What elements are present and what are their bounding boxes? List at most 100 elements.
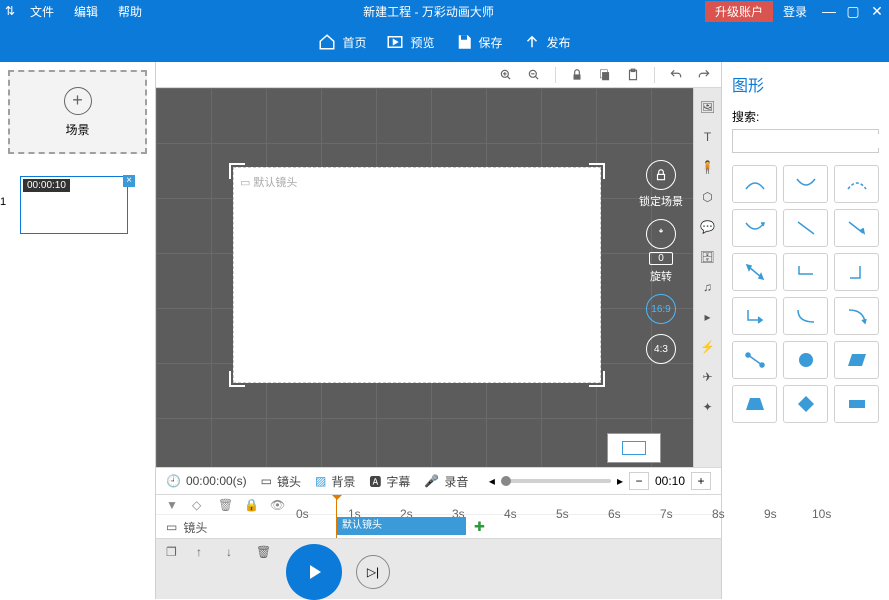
camera-frame[interactable]: 默认镜头 <box>233 167 601 383</box>
track-lane[interactable]: 默认镜头 ✚ <box>336 515 721 539</box>
shape-parallelogram[interactable] <box>834 341 879 379</box>
add-scene-button[interactable]: + 场景 <box>8 70 147 154</box>
redo-icon[interactable] <box>697 68 711 82</box>
chat-tool-icon[interactable]: 💬 <box>699 218 717 236</box>
center-area: 默认镜头 锁定场景 0 旋转 16:9 4:3 <box>156 62 721 599</box>
lock-track-icon[interactable]: 🔒 <box>244 498 258 512</box>
add-clip-icon[interactable]: ✚ <box>474 519 485 535</box>
shape-arc-dashed[interactable] <box>834 165 879 203</box>
shape-double-arrow[interactable] <box>732 253 777 291</box>
search-input[interactable] <box>737 134 889 148</box>
nav-save[interactable]: 保存 <box>455 33 503 51</box>
asset-toolbar: 🖼 T 🧍 ⬡ 💬 🗄 ♫ ▸ ⚡ ✈ ✦ <box>693 88 721 467</box>
shape-curve[interactable] <box>783 297 828 335</box>
text-tool-icon[interactable]: T <box>699 128 717 146</box>
track-camera-label[interactable]: ▭ 镜头 <box>156 519 336 536</box>
frame-label: 默认镜头 <box>240 174 297 190</box>
shape-curve-arrow2[interactable] <box>834 297 879 335</box>
timeline-clip[interactable]: 默认镜头 <box>336 517 466 535</box>
zoom-slider[interactable] <box>501 479 611 483</box>
title-bar: ⇅ 文件 编辑 帮助 新建工程 - 万彩动画大师 升级账户 登录 — ▢ ✕ <box>0 0 889 22</box>
close-button[interactable]: ✕ <box>865 0 889 22</box>
keyframe-icon[interactable]: ◇ <box>192 498 206 512</box>
shape-trapezoid[interactable] <box>732 385 777 423</box>
shape-curve-arrow[interactable] <box>732 209 777 247</box>
bg-track-toggle[interactable]: ▨ 背景 <box>315 473 355 490</box>
subtitle-track-toggle[interactable]: 🅰 字幕 <box>369 473 410 490</box>
menu-help[interactable]: 帮助 <box>108 3 152 20</box>
svg-tool-icon[interactable]: ⬡ <box>699 188 717 206</box>
zoom-next[interactable]: ▸ <box>617 474 623 488</box>
nav-bar: 首页 预览 保存 发布 <box>0 22 889 62</box>
shape-step-down[interactable] <box>783 253 828 291</box>
copy-icon[interactable] <box>598 68 612 82</box>
zoom-prev[interactable]: ◂ <box>489 474 495 488</box>
video-tool-icon[interactable]: ▸ <box>699 308 717 326</box>
undo-icon[interactable] <box>669 68 683 82</box>
flash-tool-icon[interactable]: ⚡ <box>699 338 717 356</box>
scene-timestamp: 00:00:10 <box>23 179 70 192</box>
shape-circle[interactable] <box>783 341 828 379</box>
shape-diamond[interactable] <box>783 385 828 423</box>
image-tool-icon[interactable]: 🖼 <box>699 98 717 116</box>
ratio-4-3-button[interactable]: 4:3 <box>646 334 676 364</box>
shape-elbow-arrow[interactable] <box>732 297 777 335</box>
lock-scene-button[interactable] <box>646 160 676 190</box>
move-down-icon[interactable]: ↓ <box>226 545 242 561</box>
move-up-icon[interactable]: ↑ <box>196 545 212 561</box>
container-tool-icon[interactable]: 🗄 <box>699 248 717 266</box>
menu-edit[interactable]: 编辑 <box>64 3 108 20</box>
effect-tool-icon[interactable]: ✦ <box>699 398 717 416</box>
shapes-title: 图形 <box>732 72 879 96</box>
music-tool-icon[interactable]: ♫ <box>699 278 717 296</box>
minimize-button[interactable]: — <box>817 0 841 22</box>
shape-arc-up[interactable] <box>732 165 777 203</box>
shapes-panel: 图形 搜索: 🔍 <box>721 62 889 599</box>
filter-icon[interactable]: ▼ <box>166 498 180 512</box>
copy-clip-icon[interactable]: ❐ <box>166 545 182 561</box>
shape-connector[interactable] <box>732 341 777 379</box>
shape-line-arrow[interactable] <box>834 209 879 247</box>
shape-arc-down[interactable] <box>783 165 828 203</box>
delete-track-icon[interactable]: 🗑 <box>218 498 232 512</box>
canvas[interactable]: 默认镜头 锁定场景 0 旋转 16:9 4:3 <box>156 88 693 467</box>
plus-icon: + <box>64 87 92 115</box>
zoom-out-icon[interactable] <box>527 68 541 82</box>
rotate-button[interactable] <box>646 219 676 249</box>
record-track-toggle[interactable]: 🎤 录音 <box>424 473 468 490</box>
play-button[interactable] <box>286 544 342 600</box>
shape-rectangle[interactable] <box>834 385 879 423</box>
playhead[interactable] <box>336 495 337 538</box>
timeline-strip: 🕘 00:00:00(s) ▭ 镜头 ▨ 背景 🅰 字幕 🎤 录音 ◂ ▸ − … <box>156 467 721 495</box>
time-display: 🕘 00:00:00(s) <box>166 474 247 488</box>
zoom-time: 00:10 <box>655 474 685 488</box>
shape-step-up[interactable] <box>834 253 879 291</box>
delete-clip-icon[interactable]: 🗑 <box>256 545 272 561</box>
zoom-minus[interactable]: − <box>629 472 649 490</box>
send-tool-icon[interactable]: ✈ <box>699 368 717 386</box>
lock-icon[interactable] <box>570 68 584 82</box>
ratio-16-9-button[interactable]: 16:9 <box>646 294 676 324</box>
step-button[interactable]: ▷| <box>356 555 390 589</box>
camera-track-toggle[interactable]: ▭ 镜头 <box>261 473 301 490</box>
menu-file[interactable]: 文件 <box>20 3 64 20</box>
zoom-plus[interactable]: + <box>691 472 711 490</box>
character-tool-icon[interactable]: 🧍 <box>699 158 717 176</box>
canvas-side-controls: 锁定场景 0 旋转 16:9 4:3 <box>639 160 683 364</box>
search-label: 搜索: <box>732 108 879 125</box>
maximize-button[interactable]: ▢ <box>841 0 865 22</box>
scene-thumbnail[interactable]: 00:00:10 × <box>20 176 128 234</box>
minimap[interactable] <box>607 433 661 463</box>
nav-home[interactable]: 首页 <box>318 33 366 51</box>
paste-icon[interactable] <box>626 68 640 82</box>
pin-icon[interactable]: ⇅ <box>0 4 20 18</box>
upgrade-button[interactable]: 升级账户 <box>705 1 773 22</box>
visibility-icon[interactable]: 👁 <box>270 498 284 512</box>
scene-close-icon[interactable]: × <box>123 175 135 187</box>
nav-preview[interactable]: 预览 <box>386 33 434 51</box>
login-button[interactable]: 登录 <box>773 3 817 20</box>
zoom-in-icon[interactable] <box>499 68 513 82</box>
shape-line[interactable] <box>783 209 828 247</box>
canvas-toolbar <box>156 62 721 88</box>
nav-publish[interactable]: 发布 <box>523 33 571 51</box>
